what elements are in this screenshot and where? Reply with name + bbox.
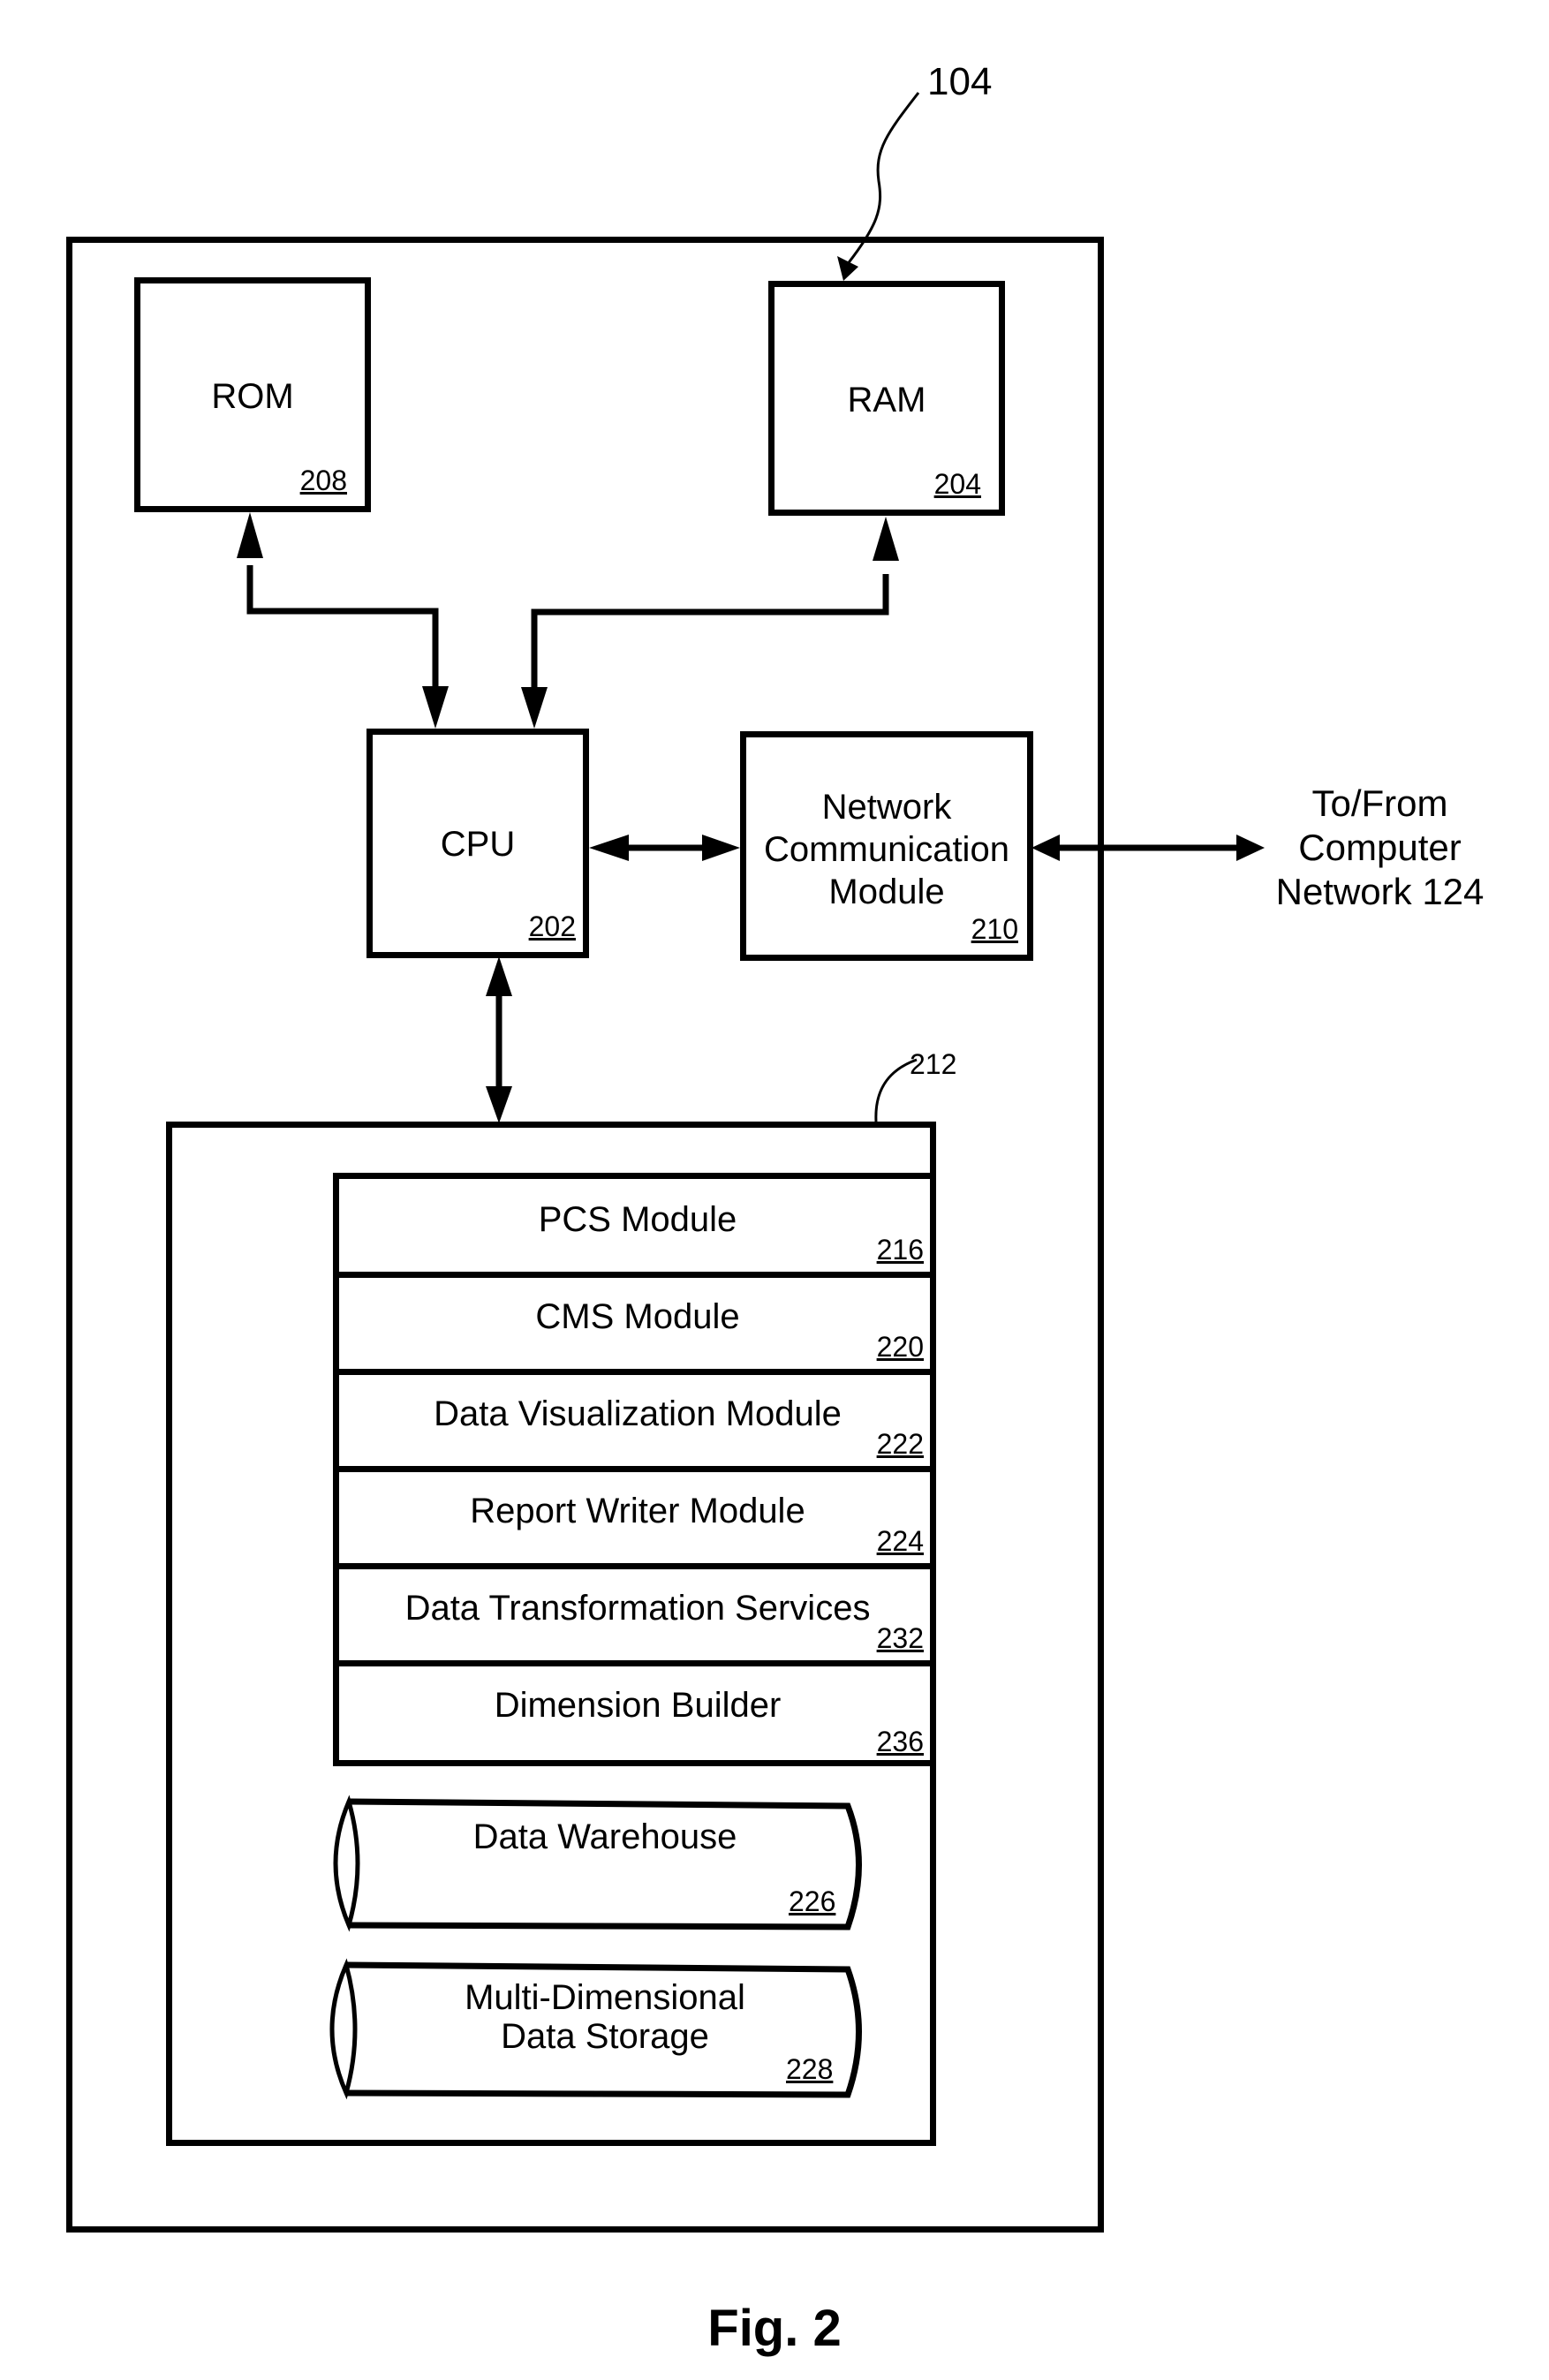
external-line-1: To/From [1311, 782, 1448, 824]
module-label: PCS Module [538, 1200, 737, 1239]
rom-ref: 208 [299, 465, 347, 496]
ncm-label-line-2: Communication [764, 830, 1009, 869]
module-label: Data Visualization Module [434, 1394, 842, 1433]
module-label: CMS Module [535, 1297, 740, 1336]
ram-block: RAM 204 [768, 281, 1005, 516]
module-ref: 222 [876, 1428, 924, 1460]
module-ref: 236 [876, 1726, 924, 1757]
cpu-ref: 202 [528, 910, 576, 942]
database-mdds-line-2: Data Storage [501, 2017, 709, 2056]
external-network-label: To/From Computer Network 124 [1254, 782, 1506, 914]
module-row: PCS Module 216 [339, 1179, 936, 1278]
rom-block: ROM 208 [134, 277, 371, 512]
figure-caption: Fig. 2 [707, 2300, 842, 2357]
system-ref-label: 104 [927, 60, 993, 103]
ram-label: RAM [847, 381, 926, 419]
database-mdds-line-1: Multi-Dimensional [465, 1978, 745, 2017]
module-label: Data Transformation Services [404, 1589, 871, 1628]
ncm-label-line-1: Network [821, 788, 952, 827]
module-row: Report Writer Module 224 [339, 1470, 936, 1569]
database-mdds-label: Multi-Dimensional Data Storage [371, 1978, 839, 2056]
module-ref: 224 [876, 1525, 924, 1557]
module-label: Dimension Builder [494, 1686, 782, 1725]
ram-ref: 204 [933, 468, 981, 500]
module-ref: 216 [876, 1234, 924, 1266]
rom-label: ROM [211, 377, 294, 416]
module-ref: 232 [876, 1622, 924, 1654]
database-data-warehouse-label: Data Warehouse [472, 1817, 737, 1856]
module-row: Data Visualization Module 222 [339, 1373, 936, 1472]
database-mdds-ref: 228 [786, 2053, 834, 2085]
ncm-ref: 210 [971, 913, 1018, 945]
external-line-3: Network 124 [1275, 871, 1485, 912]
module-row: Data Transformation Services 232 [339, 1568, 936, 1666]
storage-group-ref: 212 [910, 1048, 957, 1080]
external-line-2: Computer [1298, 827, 1462, 868]
cpu-label: CPU [440, 825, 516, 864]
module-label: Report Writer Module [470, 1492, 805, 1530]
cpu-block: CPU 202 [366, 729, 589, 958]
module-row: CMS Module 220 [339, 1276, 936, 1375]
ncm-label-line-3: Module [828, 873, 945, 911]
database-data-warehouse-ref: 226 [789, 1885, 836, 1917]
network-communication-module-block: Network Communication Module 210 [740, 731, 1033, 961]
module-stack: PCS Module 216 CMS Module 220 Data Visua… [333, 1173, 936, 1766]
module-row: Dimension Builder 236 [339, 1665, 936, 1764]
module-ref: 220 [876, 1331, 924, 1363]
